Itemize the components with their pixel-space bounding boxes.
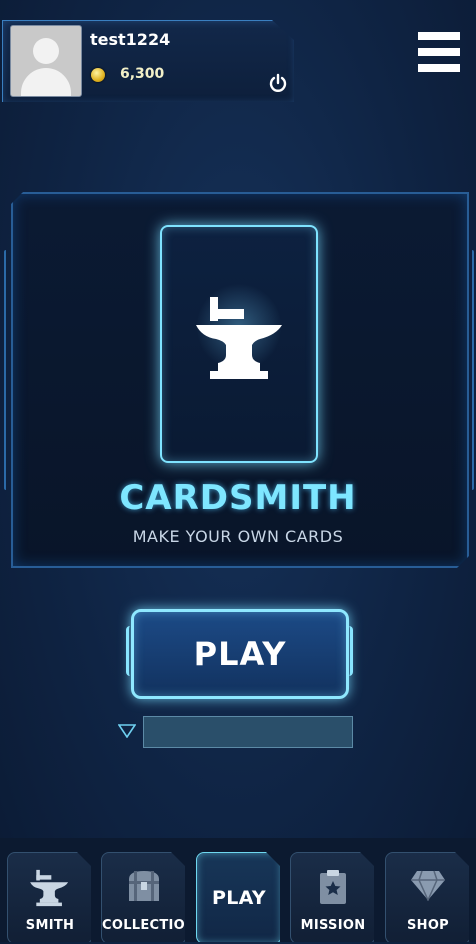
tab-label: COLLECTION — [102, 918, 197, 933]
play-button[interactable]: PLAY — [131, 609, 349, 699]
dropdown-arrow-icon[interactable] — [118, 724, 136, 738]
avatar[interactable] — [10, 25, 82, 97]
mode-subtitle: MAKE YOUR OWN CARDS — [132, 527, 344, 546]
tab-shop[interactable]: SHOP — [385, 852, 469, 942]
coin-icon — [91, 68, 105, 82]
menu-bar-icon — [418, 64, 460, 72]
clipboard-star-icon — [320, 870, 346, 904]
mode-card[interactable] — [160, 225, 318, 463]
tab-label: SMITH — [25, 918, 75, 933]
panel-side-decoration — [4, 250, 12, 490]
tab-smith[interactable]: SMITH — [7, 852, 91, 942]
menu-bar-icon — [418, 32, 460, 40]
deck-select[interactable] — [143, 716, 353, 748]
username: test1224 — [90, 30, 171, 49]
tab-collection[interactable]: COLLECTION — [101, 852, 197, 942]
tab-label: PLAY — [212, 887, 266, 909]
anvil-icon — [30, 869, 69, 907]
tab-play[interactable]: PLAY — [196, 852, 280, 942]
power-icon[interactable] — [268, 73, 288, 93]
avatar-head-icon — [33, 38, 59, 64]
menu-bar-icon — [418, 48, 460, 56]
chest-icon — [129, 871, 159, 901]
coin-balance: 6,300 — [120, 66, 165, 82]
diamond-icon — [411, 870, 445, 901]
mode-title: CARDSMITH — [119, 478, 357, 518]
tab-mission[interactable]: MISSION — [290, 852, 374, 942]
anvil-icon — [196, 297, 282, 379]
tab-label: SHOP — [406, 918, 450, 933]
menu-button[interactable] — [418, 32, 460, 74]
avatar-body-icon — [21, 68, 71, 96]
tab-label: MISSION — [300, 918, 366, 933]
